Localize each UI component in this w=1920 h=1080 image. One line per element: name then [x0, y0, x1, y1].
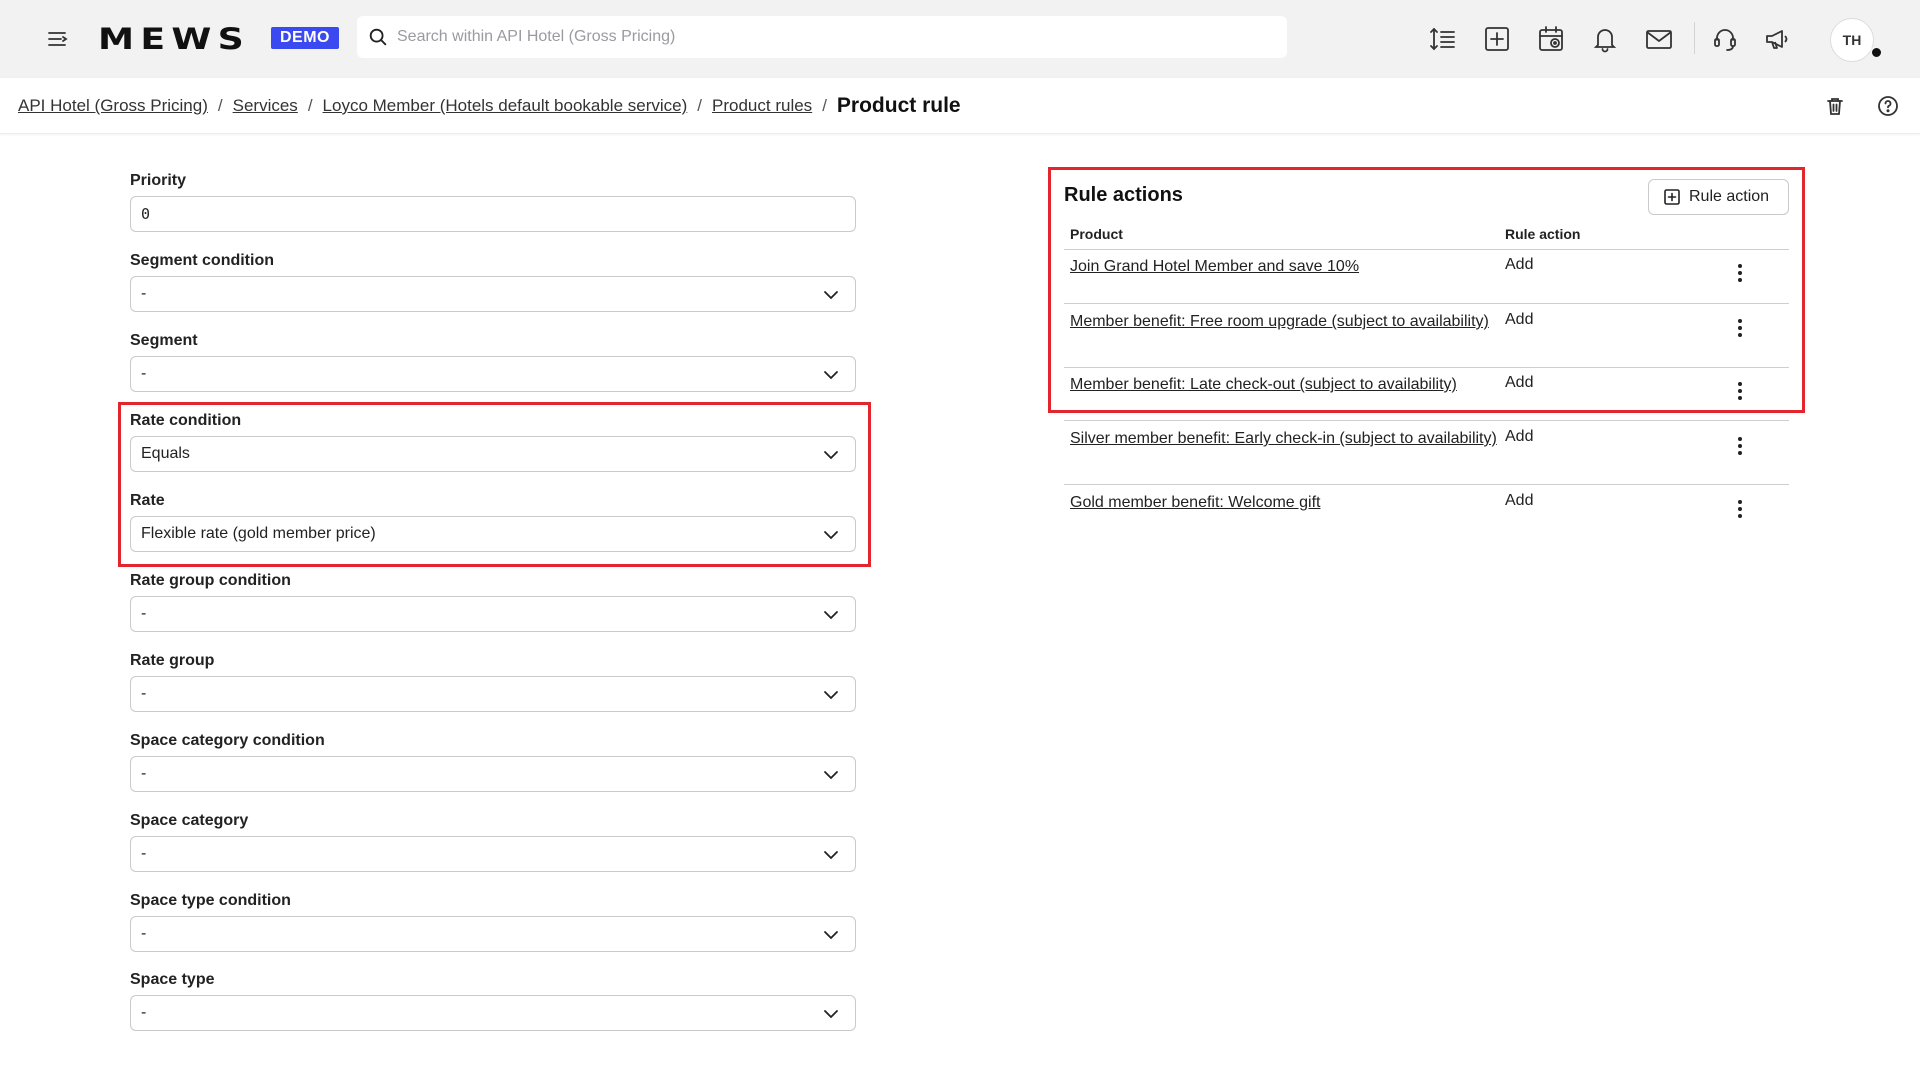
segment-condition-select[interactable]: -: [130, 276, 856, 312]
chevron-down-icon: [824, 931, 838, 940]
bell-icon[interactable]: [1590, 24, 1620, 54]
chevron-down-icon: [824, 691, 838, 700]
space-type-condition-select[interactable]: -: [130, 916, 856, 952]
space-category-condition-select[interactable]: -: [130, 756, 856, 792]
breadcrumb-link-services[interactable]: Services: [233, 96, 298, 116]
rate-condition-select[interactable]: Equals: [130, 436, 856, 472]
chevron-down-icon: [824, 851, 838, 860]
product-link[interactable]: Member benefit: Free room upgrade (subje…: [1070, 311, 1500, 333]
breadcrumb-link-product-rules[interactable]: Product rules: [712, 96, 812, 116]
table-divider: [1064, 249, 1789, 250]
rule-action-value: Add: [1505, 374, 1534, 391]
space-type-condition-value: -: [141, 925, 147, 942]
search-icon: [369, 28, 387, 46]
rate-group-condition-select[interactable]: -: [130, 596, 856, 632]
mews-logo[interactable]: MEWS: [98, 22, 250, 56]
search-box[interactable]: [357, 16, 1287, 58]
rule-action-value: Add: [1505, 256, 1534, 273]
rate-group-value: -: [141, 685, 147, 702]
megaphone-icon[interactable]: [1762, 24, 1792, 54]
status-dot: [1870, 46, 1883, 59]
chevron-down-icon: [824, 531, 838, 540]
product-link[interactable]: Member benefit: Late check-out (subject …: [1070, 374, 1510, 396]
space-type-select[interactable]: -: [130, 995, 856, 1031]
breadcrumb-separator: /: [697, 96, 703, 115]
table-divider: [1064, 420, 1789, 421]
page-title: Product rule: [836, 94, 961, 117]
column-header-rule-action: Rule action: [1505, 226, 1581, 242]
priority-label: Priority: [130, 172, 187, 189]
rule-action-value: Add: [1505, 492, 1534, 509]
divider: [1694, 22, 1695, 54]
support-headset-icon[interactable]: [1710, 24, 1740, 54]
rule-action-value: Add: [1505, 428, 1534, 445]
chevron-down-icon: [824, 291, 838, 300]
chevron-down-icon: [824, 1010, 838, 1019]
space-type-value: -: [141, 1004, 147, 1021]
rate-value: Flexible rate (gold member price): [141, 525, 376, 542]
sort-lines-icon[interactable]: [1428, 24, 1458, 54]
add-rule-action-label: Rule action: [1689, 188, 1770, 205]
more-options-icon[interactable]: [1730, 434, 1750, 458]
space-type-label: Space type: [130, 971, 215, 988]
product-link[interactable]: Join Grand Hotel Member and save 10%: [1070, 256, 1500, 278]
user-avatar[interactable]: TH: [1830, 18, 1874, 62]
segment-select[interactable]: -: [130, 356, 856, 392]
breadcrumb-link-hotel[interactable]: API Hotel (Gross Pricing): [18, 96, 208, 116]
space-type-condition-label: Space type condition: [130, 892, 291, 909]
table-divider: [1064, 303, 1789, 304]
table-divider: [1064, 484, 1789, 485]
calendar-view-icon[interactable]: [1536, 24, 1566, 54]
breadcrumb: API Hotel (Gross Pricing) / Services / L…: [18, 94, 961, 118]
trash-icon[interactable]: [1823, 94, 1847, 118]
segment-condition-value: -: [141, 285, 147, 302]
chevron-down-icon: [824, 771, 838, 780]
product-link[interactable]: Silver member benefit: Early check-in (s…: [1070, 428, 1500, 450]
space-category-select[interactable]: -: [130, 836, 856, 872]
rule-action-value: Add: [1505, 311, 1534, 328]
rate-group-condition-label: Rate group condition: [130, 572, 291, 589]
rate-group-condition-value: -: [141, 605, 147, 622]
rate-group-select[interactable]: -: [130, 676, 856, 712]
more-options-icon[interactable]: [1730, 261, 1750, 285]
breadcrumb-separator: /: [217, 96, 223, 115]
breadcrumb-link-service[interactable]: Loyco Member (Hotels default bookable se…: [323, 96, 688, 116]
search-input[interactable]: [397, 28, 1287, 46]
column-header-product: Product: [1070, 226, 1123, 242]
rate-select[interactable]: Flexible rate (gold member price): [130, 516, 856, 552]
segment-condition-label: Segment condition: [130, 252, 274, 269]
rate-condition-value: Equals: [141, 445, 190, 462]
top-bar: MEWS DEMO TH: [0, 0, 1920, 78]
space-category-condition-label: Space category condition: [130, 732, 325, 749]
add-rule-action-button[interactable]: Rule action: [1648, 179, 1789, 215]
space-category-label: Space category: [130, 812, 249, 829]
chevron-down-icon: [824, 451, 838, 460]
more-options-icon[interactable]: [1730, 497, 1750, 521]
chevron-down-icon: [824, 611, 838, 620]
rate-group-label: Rate group: [130, 652, 215, 669]
more-options-icon[interactable]: [1730, 316, 1750, 340]
priority-input[interactable]: 0: [130, 196, 856, 232]
priority-value: 0: [141, 205, 151, 223]
rate-label: Rate: [130, 492, 165, 509]
more-options-icon[interactable]: [1730, 379, 1750, 403]
segment-value: -: [141, 365, 147, 382]
mail-icon[interactable]: [1644, 24, 1674, 54]
table-divider: [1064, 367, 1789, 368]
breadcrumb-separator: /: [822, 96, 827, 115]
chevron-down-icon: [824, 371, 838, 380]
segment-label: Segment: [130, 332, 198, 349]
help-icon[interactable]: [1876, 94, 1900, 118]
menu-icon[interactable]: [46, 27, 70, 51]
rate-condition-label: Rate condition: [130, 412, 242, 429]
space-category-condition-value: -: [141, 765, 147, 782]
product-link[interactable]: Gold member benefit: Welcome gift: [1070, 492, 1500, 514]
space-category-value: -: [141, 845, 147, 862]
breadcrumb-bar: API Hotel (Gross Pricing) / Services / L…: [0, 78, 1920, 134]
rule-actions-title: Rule actions: [1064, 184, 1183, 206]
demo-badge: DEMO: [271, 27, 339, 49]
breadcrumb-separator: /: [307, 96, 313, 115]
add-box-icon: [1664, 189, 1680, 205]
add-box-icon[interactable]: [1482, 24, 1512, 54]
